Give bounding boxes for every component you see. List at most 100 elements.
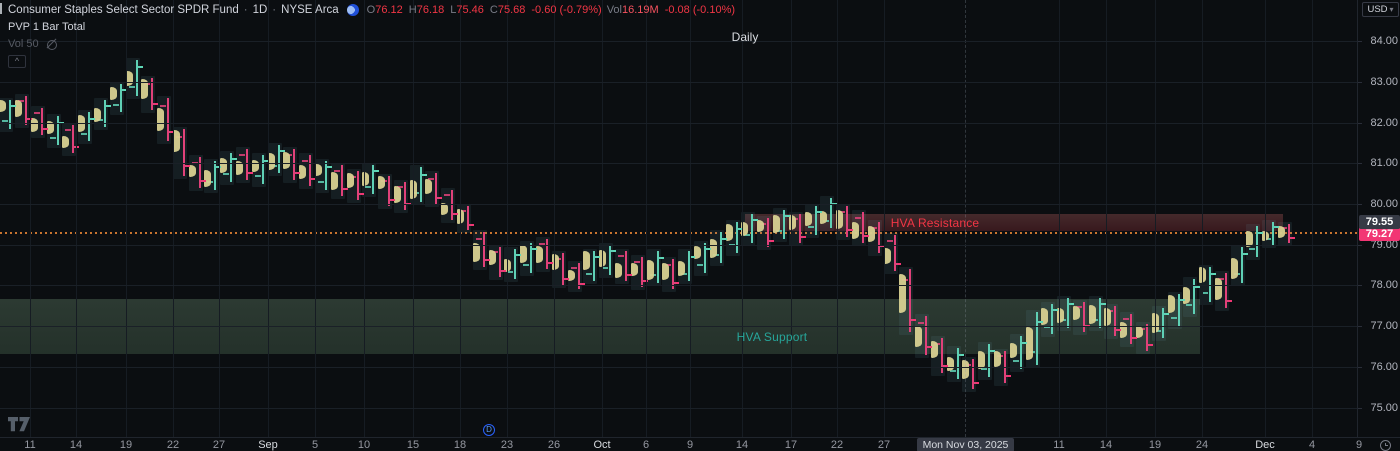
candle-range-box bbox=[0, 98, 13, 132]
legend-separator: · bbox=[272, 4, 277, 16]
candle-range-box bbox=[489, 244, 503, 281]
candle-range-box bbox=[252, 153, 266, 187]
price-axis-label: 81.00 bbox=[1370, 157, 1398, 170]
price-axis-label: 77.00 bbox=[1370, 320, 1398, 333]
h-gridline bbox=[0, 204, 1357, 205]
time-axis-label: 5 bbox=[311, 439, 319, 451]
h-gridline bbox=[0, 285, 1357, 287]
h-gridline bbox=[0, 326, 1357, 328]
candle-range-box bbox=[1215, 271, 1229, 311]
candle-range-box bbox=[694, 240, 708, 277]
volume-value: 16.19M bbox=[622, 4, 659, 16]
price-axis[interactable]: 75.00 76.00 77.00 78.00 79.00 80.00 81.00 82.00… bbox=[1357, 0, 1400, 437]
candle-range-box bbox=[947, 346, 961, 382]
time-axis-label: 27 bbox=[877, 439, 891, 451]
symbol-legend-row[interactable]: Consumer Staples Select Sector SPDR Fund… bbox=[8, 4, 735, 16]
v-gridline bbox=[742, 0, 743, 437]
tradingview-logo-icon[interactable] bbox=[8, 417, 32, 432]
time-axis-label: 14 bbox=[735, 439, 749, 451]
indicator-vol-row[interactable]: Vol 50 bbox=[8, 38, 735, 50]
time-axis-label: 26 bbox=[547, 439, 561, 451]
tradingview-chart-window: Daily HVA Resistance HVA Support Consume… bbox=[0, 0, 1400, 451]
candle-range-box bbox=[978, 342, 992, 380]
legend-collapse-button[interactable]: ^ bbox=[8, 55, 26, 68]
chart-pane[interactable]: Daily HVA Resistance HVA Support Consume… bbox=[0, 0, 1357, 437]
v-gridline bbox=[1312, 0, 1313, 437]
price-axis-label: 76.00 bbox=[1370, 360, 1398, 373]
candle-range-box bbox=[1168, 291, 1182, 330]
candle-range-box bbox=[473, 230, 487, 271]
candle-range-box bbox=[268, 142, 282, 177]
v-gridline bbox=[1059, 0, 1060, 437]
candle-range-box bbox=[1026, 309, 1040, 368]
candle-range-box bbox=[347, 169, 361, 203]
candle-range-box bbox=[820, 195, 834, 232]
time-axis-label: Dec bbox=[1255, 439, 1275, 451]
candle-range-box bbox=[1278, 222, 1292, 246]
legend-separator: · bbox=[243, 4, 248, 16]
price-axis-label: 83.00 bbox=[1370, 75, 1398, 88]
candle-range-box bbox=[299, 153, 313, 189]
candle-range-box bbox=[441, 187, 455, 224]
time-axis[interactable]: 9 4 Dec 24 19 14 11 27 22 17 14 9 6 Oct 26 23 18 15 10 5 Sep… bbox=[0, 437, 1400, 451]
exchange-label: NYSE Arca bbox=[281, 4, 339, 16]
chart-legend: Consumer Staples Select Sector SPDR Fund… bbox=[8, 4, 735, 68]
close-label: C bbox=[489, 4, 498, 16]
time-axis-label: 9 bbox=[686, 439, 694, 451]
edge-artifact bbox=[0, 3, 2, 14]
candle-range-box bbox=[1041, 301, 1055, 338]
candle-range-box bbox=[647, 248, 661, 287]
candle-range-box bbox=[110, 81, 124, 116]
timeframe-label[interactable]: 1D bbox=[253, 4, 268, 16]
time-axis-label: 11 bbox=[1053, 439, 1065, 451]
candle-range-box bbox=[568, 261, 582, 293]
v-gridline bbox=[1106, 0, 1107, 437]
indicator-vol-label[interactable]: Vol 50 bbox=[8, 38, 39, 50]
indicator-pvp-row[interactable]: PVP 1 Bar Total bbox=[8, 21, 735, 33]
price-axis-label: 75.00 bbox=[1370, 401, 1398, 414]
candle-range-box bbox=[236, 147, 250, 183]
time-axis-label: 27 bbox=[212, 439, 226, 451]
candle-range-box bbox=[157, 96, 171, 144]
hva-resistance-label: HVA Resistance bbox=[890, 216, 980, 230]
time-axis-label: 4 bbox=[1308, 439, 1316, 451]
high-label: H bbox=[408, 4, 417, 16]
candle-range-box bbox=[1120, 311, 1134, 348]
low-value: 75.46 bbox=[456, 4, 484, 16]
time-axis-label: 14 bbox=[69, 439, 83, 451]
candle-range-box bbox=[741, 212, 755, 246]
dividend-event-icon[interactable]: D bbox=[483, 424, 495, 436]
candle-range-box bbox=[805, 204, 819, 238]
v-gridline bbox=[1202, 0, 1203, 437]
candle-range-box bbox=[884, 232, 898, 275]
symbol-logo-icon bbox=[346, 4, 359, 16]
indicator-pvp-label[interactable]: PVP 1 Bar Total bbox=[8, 21, 85, 33]
close-value: 75.68 bbox=[497, 4, 526, 16]
candle-range-box bbox=[1183, 277, 1197, 317]
clock-icon[interactable] bbox=[1380, 440, 1391, 451]
candle-range-box bbox=[173, 126, 187, 179]
price-axis-label: 84.00 bbox=[1370, 35, 1398, 48]
eye-off-icon[interactable] bbox=[46, 39, 58, 50]
candle-range-box bbox=[583, 248, 597, 285]
symbol-title[interactable]: Consumer Staples Select Sector SPDR Fund bbox=[8, 4, 239, 16]
price-axis-label: 82.00 bbox=[1370, 116, 1398, 129]
candle-range-box bbox=[394, 179, 408, 214]
candle-range-box bbox=[520, 240, 534, 277]
last-price-line bbox=[0, 232, 1357, 235]
candle-range-box bbox=[47, 114, 61, 148]
time-axis-label: 23 bbox=[500, 439, 514, 451]
currency-label: USD bbox=[1367, 4, 1388, 15]
time-axis-label: 14 bbox=[1099, 439, 1113, 451]
candle-range-box bbox=[899, 267, 913, 336]
time-axis-label: 22 bbox=[166, 439, 180, 451]
time-axis-label: 17 bbox=[784, 439, 798, 451]
candle-range-box bbox=[189, 155, 203, 191]
time-axis-label: 19 bbox=[119, 439, 133, 451]
high-value: 76.18 bbox=[416, 4, 445, 16]
candle-range-box bbox=[425, 171, 439, 207]
candle-range-box bbox=[94, 98, 108, 130]
time-axis-label: Sep bbox=[258, 439, 278, 451]
hva-support-label: HVA Support bbox=[736, 330, 808, 344]
currency-selector[interactable]: USD ▾ bbox=[1362, 2, 1399, 17]
